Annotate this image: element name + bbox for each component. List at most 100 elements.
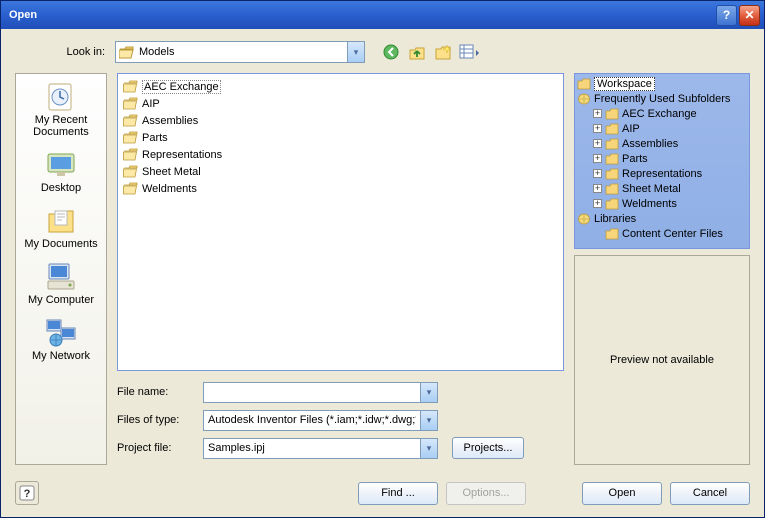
file-type-label: Files of type: bbox=[117, 414, 203, 426]
footer: ? Find ... Options... Open Cancel bbox=[15, 465, 750, 507]
cancel-button[interactable]: Cancel bbox=[670, 482, 750, 505]
views-icon[interactable] bbox=[459, 42, 479, 62]
folder-icon bbox=[123, 131, 138, 144]
tree-expand-icon[interactable]: + bbox=[593, 109, 602, 118]
look-in-combo[interactable]: Models bbox=[115, 41, 365, 63]
file-name-dropdown-button[interactable] bbox=[420, 383, 437, 402]
folder-icon bbox=[605, 153, 619, 165]
tree-node[interactable]: Libraries bbox=[577, 211, 747, 226]
my-documents-icon bbox=[45, 204, 77, 236]
place-desktop[interactable]: Desktop bbox=[19, 148, 103, 194]
look-in-row: Look in: Models bbox=[15, 41, 750, 63]
preview-pane: Preview not available bbox=[574, 255, 750, 465]
tree-expand-icon[interactable]: + bbox=[593, 124, 602, 133]
place-mydocs[interactable]: My Documents bbox=[19, 204, 103, 250]
place-mynetwork[interactable]: My Network bbox=[19, 316, 103, 362]
folder-icon bbox=[605, 168, 619, 180]
file-list-item-label: Sheet Metal bbox=[142, 166, 201, 178]
help-button[interactable]: ? bbox=[15, 481, 39, 505]
tree-expand-icon[interactable]: + bbox=[593, 154, 602, 163]
new-folder-icon[interactable] bbox=[433, 42, 453, 62]
my-network-icon bbox=[45, 316, 77, 348]
file-type-combo[interactable]: Autodesk Inventor Files (*.iam;*.idw;*.d… bbox=[203, 410, 438, 431]
file-list-item[interactable]: AEC Exchange bbox=[122, 78, 559, 95]
folder-icon bbox=[577, 78, 591, 90]
file-list-item[interactable]: Sheet Metal bbox=[122, 163, 559, 180]
folder-icon bbox=[123, 165, 138, 178]
folder-icon bbox=[123, 148, 138, 161]
file-type-value: Autodesk Inventor Files (*.iam;*.idw;*.d… bbox=[208, 414, 416, 426]
preview-text: Preview not available bbox=[610, 354, 714, 366]
file-list-item[interactable]: Representations bbox=[122, 146, 559, 163]
file-name-label: File name: bbox=[117, 386, 203, 398]
tree-node[interactable]: + Sheet Metal bbox=[577, 181, 747, 196]
content-area: Look in: Models My Recent Documents bbox=[1, 29, 764, 517]
tree-expand-icon[interactable]: + bbox=[593, 139, 602, 148]
tree-node-label: Weldments bbox=[622, 198, 677, 210]
file-list-item-label: Weldments bbox=[142, 183, 197, 195]
place-label: My Network bbox=[32, 350, 90, 362]
file-list-item-label: AEC Exchange bbox=[142, 80, 221, 94]
file-list-item[interactable]: Assemblies bbox=[122, 112, 559, 129]
project-file-combo[interactable]: Samples.ipj bbox=[203, 438, 438, 459]
options-button: Options... bbox=[446, 482, 526, 505]
open-dialog: Open ? ✕ Look in: Models My Recent bbox=[0, 0, 765, 518]
right-column: Workspace Frequently Used Subfolders+AEC … bbox=[574, 73, 750, 465]
open-button[interactable]: Open bbox=[582, 482, 662, 505]
tree-node-label: Assemblies bbox=[622, 138, 678, 150]
tree-node-label: Sheet Metal bbox=[622, 183, 681, 195]
file-type-dropdown-button[interactable] bbox=[420, 411, 437, 430]
find-button[interactable]: Find ... bbox=[358, 482, 438, 505]
file-list-item[interactable]: AIP bbox=[122, 95, 559, 112]
file-list-item-label: AIP bbox=[142, 98, 160, 110]
tree-node-workspace[interactable]: Workspace bbox=[577, 76, 747, 91]
file-list-item-label: Parts bbox=[142, 132, 168, 144]
file-list[interactable]: AEC Exchange AIP Assemblies Parts Representa… bbox=[117, 73, 564, 371]
tree-node[interactable]: + Assemblies bbox=[577, 136, 747, 151]
file-list-item[interactable]: Weldments bbox=[122, 180, 559, 197]
tree-expand-icon[interactable]: + bbox=[593, 169, 602, 178]
file-list-item[interactable]: Parts bbox=[122, 129, 559, 146]
place-recent[interactable]: My Recent Documents bbox=[19, 80, 103, 138]
file-name-input[interactable] bbox=[203, 382, 438, 403]
folder-icon bbox=[605, 108, 619, 120]
tree-node[interactable]: +Representations bbox=[577, 166, 747, 181]
projects-button[interactable]: Projects... bbox=[452, 437, 524, 459]
project-file-dropdown-button[interactable] bbox=[420, 439, 437, 458]
tree-expand-icon[interactable]: + bbox=[593, 184, 602, 193]
place-mycomputer[interactable]: My Computer bbox=[19, 260, 103, 306]
tree-node[interactable]: Content Center Files bbox=[577, 226, 747, 241]
titlebar-help-button[interactable]: ? bbox=[716, 5, 737, 26]
tree-node[interactable]: +Parts bbox=[577, 151, 747, 166]
tree-expand-icon[interactable]: + bbox=[593, 199, 602, 208]
look-in-label: Look in: bbox=[15, 46, 115, 58]
back-icon[interactable] bbox=[381, 42, 401, 62]
folder-icon bbox=[123, 80, 138, 93]
look-in-dropdown-button[interactable] bbox=[347, 42, 364, 62]
tree-node[interactable]: Frequently Used Subfolders bbox=[577, 91, 747, 106]
folder-icon bbox=[123, 114, 138, 127]
tree-node-label: Content Center Files bbox=[622, 228, 723, 240]
titlebar-close-button[interactable]: ✕ bbox=[739, 5, 760, 26]
tree-node-label: Frequently Used Subfolders bbox=[594, 93, 730, 105]
tree-node[interactable]: +AIP bbox=[577, 121, 747, 136]
globe-icon bbox=[577, 93, 591, 105]
folder-icon bbox=[605, 123, 619, 135]
folder-icon bbox=[123, 182, 138, 195]
folder-open-icon bbox=[119, 45, 135, 59]
place-label: My Recent Documents bbox=[19, 114, 103, 138]
recent-documents-icon bbox=[45, 80, 77, 112]
workspace-tree[interactable]: Workspace Frequently Used Subfolders+AEC … bbox=[574, 73, 750, 249]
center-column: AEC Exchange AIP Assemblies Parts Representa… bbox=[117, 73, 564, 465]
folder-icon bbox=[605, 198, 619, 210]
my-computer-icon bbox=[45, 260, 77, 292]
tree-node-label: Workspace bbox=[594, 77, 655, 91]
look-in-value: Models bbox=[139, 46, 174, 58]
svg-text:?: ? bbox=[24, 488, 31, 500]
folder-icon bbox=[605, 138, 619, 150]
up-one-level-icon[interactable] bbox=[407, 42, 427, 62]
place-label: My Documents bbox=[24, 238, 97, 250]
tree-node[interactable]: +AEC Exchange bbox=[577, 106, 747, 121]
place-label: My Computer bbox=[28, 294, 94, 306]
tree-node[interactable]: + Weldments bbox=[577, 196, 747, 211]
